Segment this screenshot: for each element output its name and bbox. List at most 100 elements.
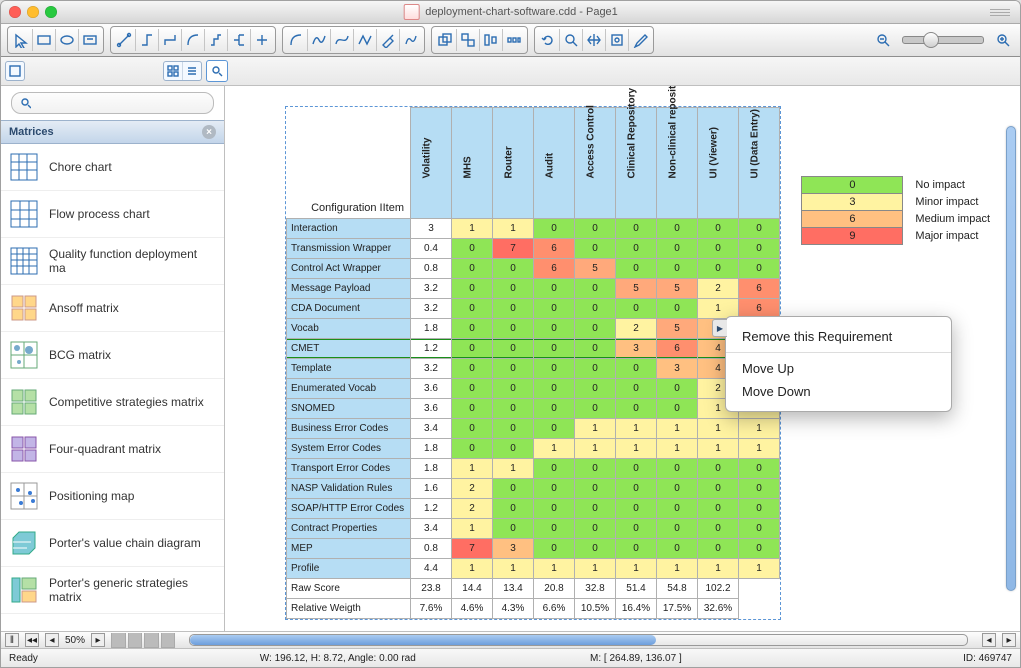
connector-direct-tool[interactable] [113,29,136,51]
matrix-cell[interactable]: 5 [657,319,698,339]
matrix-row[interactable]: CDA Document3.200000016 [287,299,780,319]
matrix-cell[interactable]: 0 [534,539,575,559]
matrix-cell[interactable]: 0 [657,259,698,279]
matrix-cell[interactable]: 1 [493,219,534,239]
curve-tool[interactable] [308,29,331,51]
matrix-cell[interactable]: 0 [698,499,739,519]
scroll-right-button[interactable]: ▸ [1002,633,1016,647]
matrix-row-header[interactable]: Profile [287,559,411,579]
library-item[interactable]: Chore chart [1,144,224,191]
matrix-cell[interactable]: 1 [452,219,493,239]
matrix-cell[interactable]: 5 [616,279,657,299]
matrix-volatility-cell[interactable]: 0.8 [411,539,452,559]
matrix-volatility-cell[interactable]: 3.2 [411,299,452,319]
matrix-cell[interactable]: 0 [493,519,534,539]
matrix-cell[interactable]: 0 [616,479,657,499]
matrix-cell[interactable]: 0 [698,219,739,239]
matrix-cell[interactable]: 0 [657,479,698,499]
matrix-row-header[interactable]: CDA Document [287,299,411,319]
close-icon[interactable]: × [202,125,216,139]
deployment-matrix[interactable]: Configuration IItemVolatilityMHSRouterAu… [285,106,781,620]
matrix-column-header[interactable]: UI (Viewer) [698,108,739,219]
matrix-cell[interactable]: 0 [452,339,493,359]
connector-split-tool[interactable] [251,29,273,51]
connector-ortho-tool[interactable] [136,29,159,51]
view-detail-icon[interactable] [183,62,201,80]
matrix-cell[interactable]: 0 [575,479,616,499]
matrix-cell[interactable]: 0 [493,499,534,519]
view-list-icon[interactable] [6,62,24,80]
scroll-left-button[interactable]: ◂ [982,633,996,647]
menu-remove-requirement[interactable]: Remove this Requirement [726,325,951,348]
matrix-row[interactable]: CMET1.200003647 [287,339,780,359]
matrix-cell[interactable]: 0 [493,379,534,399]
matrix-cell[interactable]: 1 [493,559,534,579]
matrix-cell[interactable]: 0 [534,279,575,299]
matrix-cell[interactable]: 0 [739,239,780,259]
matrix-volatility-cell[interactable]: 0.8 [411,259,452,279]
matrix-row-header[interactable]: SOAP/HTTP Error Codes [287,499,411,519]
matrix-cell[interactable]: 1 [616,439,657,459]
matrix-cell[interactable]: 7 [493,239,534,259]
matrix-row-header[interactable]: Message Payload [287,279,411,299]
matrix-cell[interactable]: 3 [493,539,534,559]
matrix-cell[interactable]: 0 [493,339,534,359]
matrix-volatility-cell[interactable]: 0.4 [411,239,452,259]
matrix-cell[interactable]: 0 [493,399,534,419]
page-first-button[interactable]: ◂◂ [25,633,39,647]
matrix-cell[interactable]: 1 [698,439,739,459]
matrix-row[interactable]: Control Act Wrapper0.800650000 [287,259,780,279]
matrix-cell[interactable]: 0 [534,379,575,399]
matrix-cell[interactable]: 0 [493,479,534,499]
matrix-cell[interactable]: 6 [534,239,575,259]
horizontal-scrollbar-thumb[interactable] [190,635,656,645]
library-item[interactable]: Porter's value chain diagram [1,520,224,567]
matrix-column-header[interactable]: Non-clinical repository [657,108,698,219]
matrix-cell[interactable]: 0 [739,219,780,239]
refresh-tool[interactable] [537,29,560,51]
matrix-row[interactable]: Template3.200000347 [287,359,780,379]
align-tool[interactable] [480,29,503,51]
matrix-cell[interactable]: 0 [534,459,575,479]
matrix-cell[interactable]: 0 [575,499,616,519]
matrix-row[interactable]: Message Payload3.200005526 [287,279,780,299]
matrix-row-header[interactable]: Interaction [287,219,411,239]
matrix-cell[interactable]: 0 [616,379,657,399]
matrix-cell[interactable]: 0 [739,459,780,479]
matrix-row[interactable]: MEP0.873000000 [287,539,780,559]
matrix-cell[interactable]: 1 [616,419,657,439]
library-item[interactable]: Positioning map [1,473,224,520]
library-view-toggle[interactable] [5,61,25,81]
matrix-cell[interactable]: 0 [657,499,698,519]
library-item[interactable]: BCG matrix [1,332,224,379]
ungroup-tool[interactable] [457,29,480,51]
matrix-row[interactable]: Enumerated Vocab3.600000022 [287,379,780,399]
matrix-volatility-cell[interactable]: 3.2 [411,359,452,379]
matrix-cell[interactable]: 0 [575,379,616,399]
matrix-cell[interactable]: 0 [452,419,493,439]
matrix-cell[interactable]: 0 [452,259,493,279]
connector-round-tool[interactable] [182,29,205,51]
group-tool[interactable] [434,29,457,51]
matrix-cell[interactable]: 0 [657,519,698,539]
matrix-cell[interactable]: 0 [452,439,493,459]
library-search-field[interactable] [35,95,205,112]
matrix-cell[interactable]: 0 [534,339,575,359]
matrix-cell[interactable]: 2 [616,319,657,339]
eyedropper-tool[interactable] [629,29,651,51]
matrix-cell[interactable]: 2 [452,479,493,499]
matrix-cell[interactable]: 0 [534,519,575,539]
connector-branch-tool[interactable] [228,29,251,51]
library-search-input[interactable] [11,92,214,114]
matrix-cell[interactable]: 3 [657,359,698,379]
matrix-cell[interactable]: 1 [739,559,780,579]
matrix-cell[interactable]: 0 [657,239,698,259]
matrix-cell[interactable]: 0 [452,279,493,299]
matrix-row-header[interactable]: Transport Error Codes [287,459,411,479]
matrix-volatility-cell[interactable]: 1.2 [411,339,452,359]
matrix-volatility-cell[interactable]: 3.2 [411,279,452,299]
matrix-row[interactable]: Profile4.411111111 [287,559,780,579]
matrix-row-header[interactable]: SNOMED [287,399,411,419]
matrix-cell[interactable]: 0 [575,539,616,559]
matrix-row-header[interactable]: Control Act Wrapper [287,259,411,279]
